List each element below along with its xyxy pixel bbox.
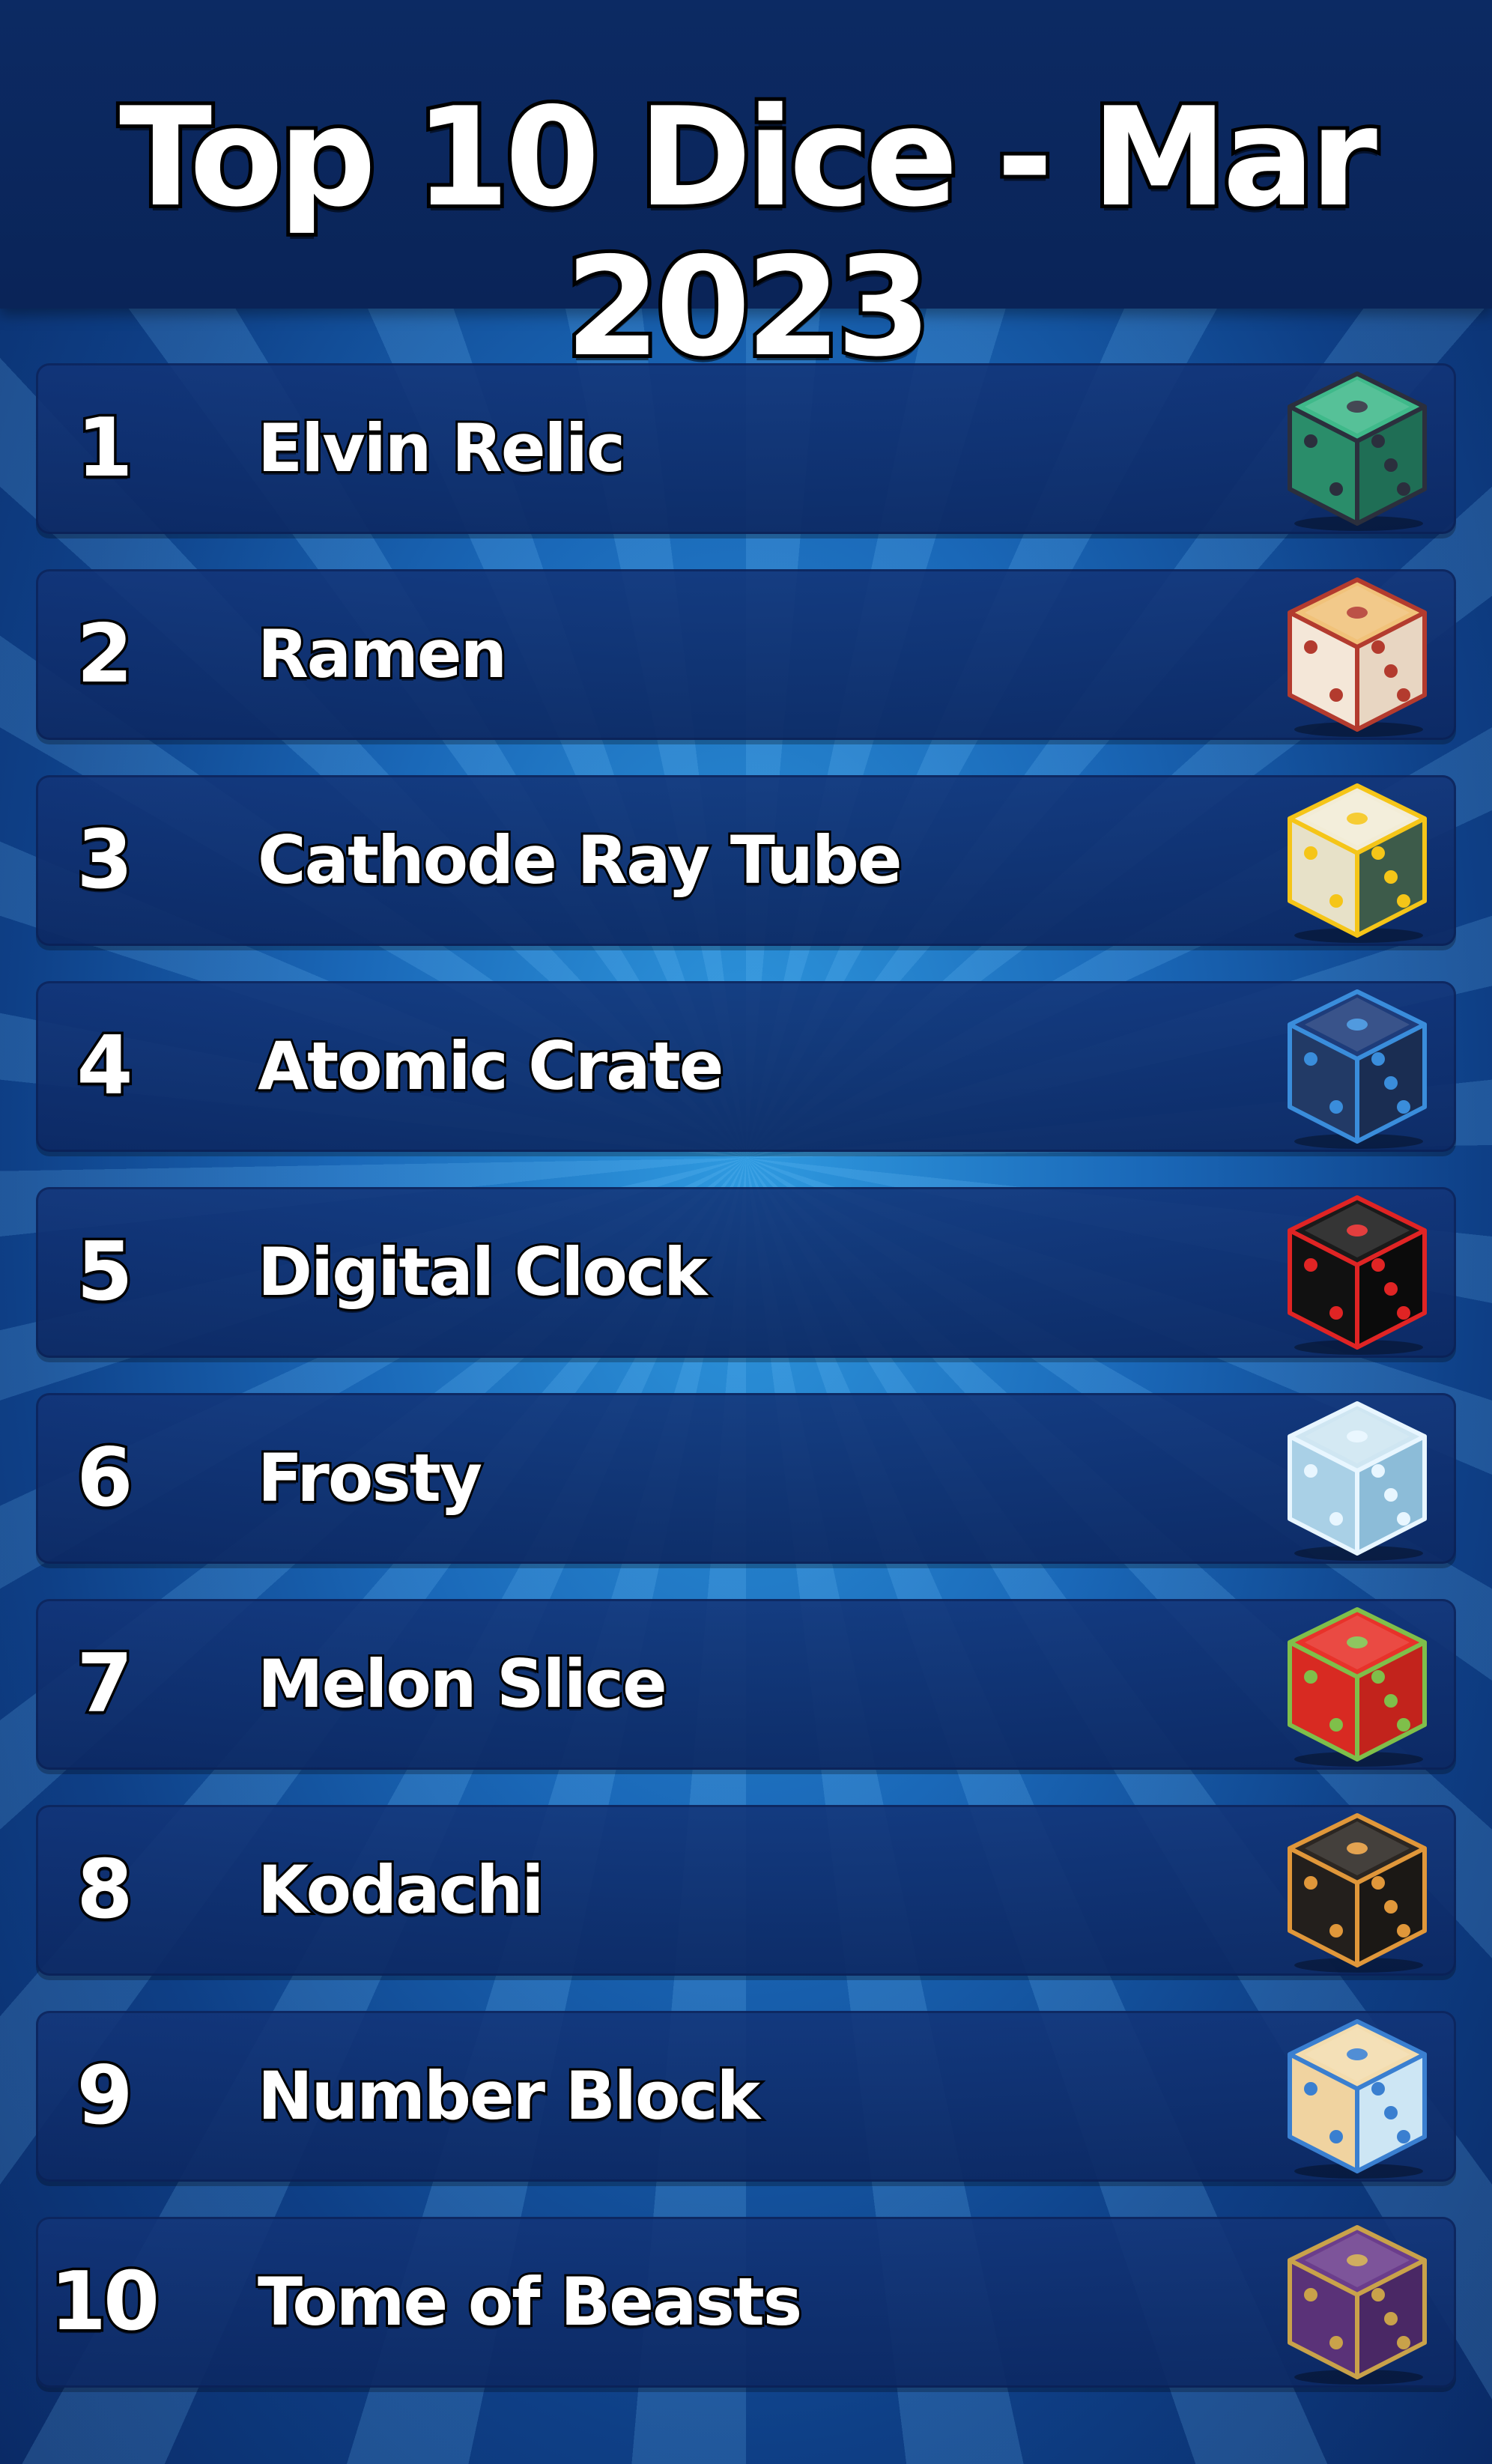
rank-number: 8: [74, 1841, 136, 1940]
ranking-row: 7 Melon Slice: [36, 1599, 1456, 1770]
tome-of-beasts-dice-icon: [1275, 2217, 1440, 2388]
dice-name: Digital Clock: [255, 1231, 710, 1313]
rank-number: 6: [74, 1429, 136, 1528]
ranking-row: 6 Frosty: [36, 1393, 1456, 1564]
ranking-row: 1 Elvin Relic: [36, 363, 1456, 534]
dice-name: Elvin Relic: [255, 407, 628, 489]
ranking-row: 3 Cathode Ray Tube: [36, 775, 1456, 946]
dice-name: Ramen: [255, 613, 509, 695]
atomic-crate-dice-icon: [1275, 981, 1440, 1152]
dice-name: Tome of Beasts: [255, 2261, 804, 2343]
rank-number: 4: [74, 1017, 136, 1116]
elvin-relic-dice-icon: [1275, 363, 1440, 534]
rank-number: 5: [74, 1223, 136, 1322]
rank-number: 2: [74, 605, 136, 704]
digital-clock-dice-icon: [1275, 1187, 1440, 1358]
rank-number: 7: [74, 1635, 136, 1734]
ranking-row: 9 Number Block: [36, 2011, 1456, 2182]
ranking-row: 10 Tome of Beasts: [36, 2217, 1456, 2388]
cathode-ray-tube-dice-icon: [1275, 775, 1440, 946]
header-banner: Top 10 Dice - Mar 2023: [0, 0, 1492, 386]
kodachi-dice-icon: [1275, 1805, 1440, 1976]
rank-number: 1: [74, 399, 136, 498]
ranking-row: 4 Atomic Crate: [36, 981, 1456, 1152]
page-title: Top 10 Dice - Mar 2023: [115, 78, 1381, 386]
dice-name: Number Block: [255, 2055, 762, 2137]
dice-name: Melon Slice: [255, 1643, 670, 1725]
rank-number: 9: [74, 2047, 136, 2146]
ranking-row: 5 Digital Clock: [36, 1187, 1456, 1358]
frosty-dice-icon: [1275, 1393, 1440, 1564]
dice-name: Frosty: [255, 1437, 485, 1519]
dice-name: Cathode Ray Tube: [255, 819, 905, 901]
dice-name: Atomic Crate: [255, 1025, 726, 1107]
rank-number: 10: [47, 2253, 162, 2352]
rank-number: 3: [74, 811, 136, 910]
dice-ranking-list: 1 Elvin Relic 2 Ramen 3 Cathode Ray Tube…: [36, 363, 1456, 2423]
ramen-dice-icon: [1275, 569, 1440, 740]
melon-slice-dice-icon: [1275, 1599, 1440, 1770]
ranking-row: 8 Kodachi: [36, 1805, 1456, 1976]
dice-name: Kodachi: [255, 1849, 546, 1931]
ranking-row: 2 Ramen: [36, 569, 1456, 740]
number-block-dice-icon: [1275, 2011, 1440, 2182]
